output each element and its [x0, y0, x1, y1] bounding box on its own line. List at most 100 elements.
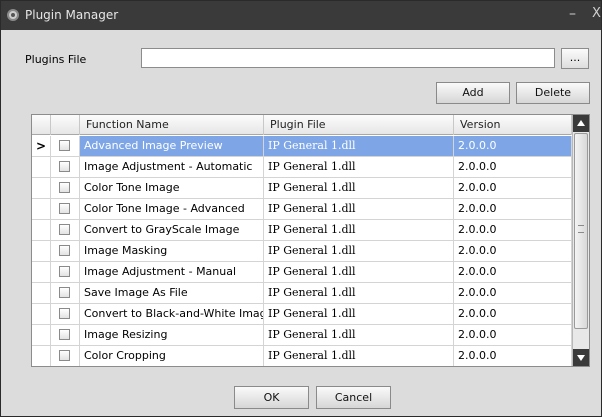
function-name-cell[interactable]: Image Adjustment - Manual — [80, 262, 264, 282]
row-checkbox-cell[interactable] — [51, 283, 80, 303]
function-name-cell[interactable]: Image Masking — [80, 241, 264, 261]
table-row[interactable]: Color Tone Image - Advanced IP General 1.… — [32, 199, 572, 220]
function-name-cell[interactable]: Color Cropping — [80, 346, 264, 366]
row-indicator-icon — [32, 157, 51, 177]
plugin-file-cell[interactable]: IP General 1.dll — [264, 325, 454, 345]
add-button[interactable]: Add — [436, 82, 510, 104]
table-row[interactable]: Image Resizing IP General 1.dll 2.0.0.0 — [32, 325, 572, 346]
version-cell[interactable]: 2.0.0.0 — [454, 262, 572, 282]
row-checkbox[interactable] — [59, 182, 70, 193]
column-header-plugin-file[interactable]: Plugin File — [264, 115, 454, 135]
table-row[interactable]: > Advanced Image Preview IP General 1.dll 2… — [32, 136, 572, 157]
grid-header: Function Name Plugin File Version — [32, 115, 572, 135]
plugins-file-input[interactable] — [141, 48, 555, 68]
plugin-file-cell[interactable]: IP General 1.dll — [264, 136, 454, 156]
table-row[interactable]: Convert to GrayScale Image IP General 1.d… — [32, 220, 572, 241]
row-indicator-icon — [32, 325, 51, 345]
version-cell[interactable]: 2.0.0.0 — [454, 199, 572, 219]
row-indicator-icon — [32, 262, 51, 282]
row-checkbox[interactable] — [59, 287, 70, 298]
row-checkbox-cell[interactable] — [51, 262, 80, 282]
function-name-cell[interactable]: Convert to GrayScale Image — [80, 220, 264, 240]
minimize-button[interactable]: – — [569, 6, 576, 22]
function-name-cell[interactable]: Image Resizing — [80, 325, 264, 345]
delete-button[interactable]: Delete — [516, 82, 590, 104]
version-cell[interactable]: 2.0.0.0 — [454, 283, 572, 303]
table-row[interactable]: Save Image As File IP General 1.dll 2.0.0.… — [32, 283, 572, 304]
function-name-cell[interactable]: Image Adjustment - Automatic — [80, 157, 264, 177]
table-row[interactable]: Image Adjustment - Manual IP General 1.dl… — [32, 262, 572, 283]
version-cell[interactable]: 2.0.0.0 — [454, 178, 572, 198]
version-cell[interactable]: 2.0.0.0 — [454, 136, 572, 156]
row-checkbox-cell[interactable] — [51, 241, 80, 261]
checkbox-header[interactable] — [51, 115, 80, 135]
function-name-cell[interactable]: Color Tone Image - Advanced — [80, 199, 264, 219]
table-row[interactable]: Color Cropping IP General 1.dll 2.0.0.0 — [32, 346, 572, 366]
row-checkbox[interactable] — [59, 350, 70, 361]
title-bar[interactable]: Plugin Manager – X — [1, 1, 601, 30]
ok-button[interactable]: OK — [234, 386, 309, 409]
version-cell[interactable]: 2.0.0.0 — [454, 346, 572, 366]
scroll-up-icon[interactable] — [573, 115, 589, 132]
function-name-cell[interactable]: Save Image As File — [80, 283, 264, 303]
column-header-function-name[interactable]: Function Name — [80, 115, 264, 135]
plugin-file-cell[interactable]: IP General 1.dll — [264, 283, 454, 303]
row-checkbox[interactable] — [59, 224, 70, 235]
function-name-cell[interactable]: Convert to Black-and-White Image — [80, 304, 264, 324]
table-row[interactable]: Image Adjustment - Automatic IP General 1… — [32, 157, 572, 178]
plugin-grid: Function Name Plugin File Version > Advan… — [31, 114, 590, 367]
plugin-file-cell[interactable]: IP General 1.dll — [264, 304, 454, 324]
row-indicator-icon — [32, 304, 51, 324]
table-row[interactable]: Color Tone Image IP General 1.dll 2.0.0.0 — [32, 178, 572, 199]
app-icon — [7, 9, 19, 21]
browse-button[interactable]: ... — [561, 48, 589, 69]
row-checkbox-cell[interactable] — [51, 136, 80, 156]
plugin-file-cell[interactable]: IP General 1.dll — [264, 220, 454, 240]
close-button[interactable]: X — [592, 6, 601, 21]
row-checkbox-cell[interactable] — [51, 157, 80, 177]
row-checkbox-cell[interactable] — [51, 178, 80, 198]
function-name-cell[interactable]: Color Tone Image — [80, 178, 264, 198]
plugin-file-cell[interactable]: IP General 1.dll — [264, 157, 454, 177]
row-checkbox[interactable] — [59, 329, 70, 340]
row-checkbox-cell[interactable] — [51, 199, 80, 219]
row-indicator-icon: > — [32, 136, 51, 156]
scroll-thumb[interactable] — [574, 133, 588, 329]
version-cell[interactable]: 2.0.0.0 — [454, 304, 572, 324]
row-checkbox[interactable] — [59, 203, 70, 214]
version-cell[interactable]: 2.0.0.0 — [454, 325, 572, 345]
plugins-file-label: Plugins File — [25, 53, 87, 66]
scroll-down-icon[interactable] — [573, 349, 589, 366]
version-cell[interactable]: 2.0.0.0 — [454, 220, 572, 240]
column-header-version[interactable]: Version — [454, 115, 572, 135]
plugin-file-cell[interactable]: IP General 1.dll — [264, 241, 454, 261]
row-checkbox[interactable] — [59, 308, 70, 319]
plugin-file-cell[interactable]: IP General 1.dll — [264, 346, 454, 366]
row-indicator-icon — [32, 199, 51, 219]
row-checkbox-cell[interactable] — [51, 325, 80, 345]
plugin-file-cell[interactable]: IP General 1.dll — [264, 262, 454, 282]
plugin-file-cell[interactable]: IP General 1.dll — [264, 199, 454, 219]
row-indicator-icon — [32, 220, 51, 240]
row-indicator-icon — [32, 178, 51, 198]
vertical-scrollbar[interactable] — [572, 115, 589, 366]
row-checkbox[interactable] — [59, 140, 70, 151]
function-name-cell[interactable]: Advanced Image Preview — [80, 136, 264, 156]
row-checkbox[interactable] — [59, 266, 70, 277]
row-indicator-header — [32, 115, 51, 135]
row-indicator-icon — [32, 241, 51, 261]
row-checkbox[interactable] — [59, 245, 70, 256]
table-row[interactable]: Image Masking IP General 1.dll 2.0.0.0 — [32, 241, 572, 262]
cancel-button[interactable]: Cancel — [316, 386, 391, 409]
version-cell[interactable]: 2.0.0.0 — [454, 157, 572, 177]
plugin-file-cell[interactable]: IP General 1.dll — [264, 178, 454, 198]
row-checkbox-cell[interactable] — [51, 304, 80, 324]
row-checkbox[interactable] — [59, 161, 70, 172]
row-checkbox-cell[interactable] — [51, 220, 80, 240]
window-title: Plugin Manager — [25, 8, 119, 22]
row-checkbox-cell[interactable] — [51, 346, 80, 366]
version-cell[interactable]: 2.0.0.0 — [454, 241, 572, 261]
row-indicator-icon — [32, 283, 51, 303]
row-indicator-icon — [32, 346, 51, 366]
table-row[interactable]: Convert to Black-and-White Image IP Gener… — [32, 304, 572, 325]
